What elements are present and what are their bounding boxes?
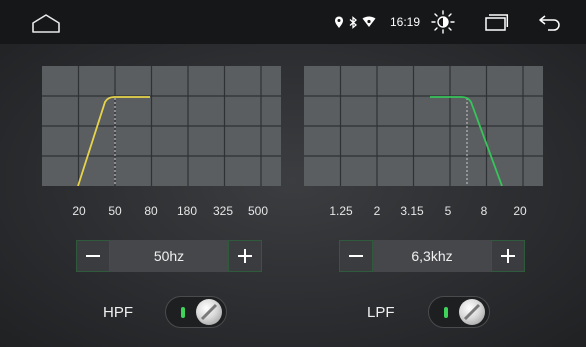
lpf-tick-label: 20: [513, 204, 527, 218]
hpf-graph: [42, 66, 281, 186]
hpf-increase-button[interactable]: [228, 240, 262, 272]
lpf-graph: [304, 66, 543, 186]
crossover-panel: 20 50 80 180 325 500 1.25 2 3.15 5 8 20 …: [0, 44, 586, 347]
lpf-graph-svg: [304, 66, 543, 186]
lpf-tick-label: 8: [480, 204, 488, 218]
hpf-grid: [42, 66, 281, 186]
hpf-curve: [77, 96, 150, 186]
hpf-tick-label: 500: [247, 204, 269, 218]
hpf-decrease-button[interactable]: [76, 240, 110, 272]
lpf-curve: [430, 96, 503, 186]
minus-icon: [349, 255, 363, 257]
plus-icon: [238, 249, 252, 263]
clock: 16:19: [388, 0, 422, 44]
lpf-label: LPF: [367, 304, 395, 321]
location-icon: [334, 0, 344, 44]
lpf-tick-label: 1.25: [329, 204, 353, 218]
back-icon[interactable]: [537, 0, 563, 44]
lpf-frequency-labels: 1.25 2 3.15 5 8 20: [304, 204, 564, 220]
clock-text: 16:19: [389, 15, 421, 29]
bluetooth-icon: [348, 0, 358, 44]
lpf-increase-button[interactable]: [491, 240, 525, 272]
hpf-tick-label: 20: [72, 204, 86, 218]
lpf-toggle[interactable]: [428, 296, 490, 328]
plus-icon: [501, 249, 515, 263]
lpf-tick-label: 5: [444, 204, 452, 218]
hpf-frequency-labels: 20 50 80 180 325 500: [42, 204, 302, 220]
lpf-frequency-stepper: 6,3khz: [339, 240, 525, 272]
hpf-frequency-value: 50hz: [153, 248, 185, 264]
toggle-on-indicator: [444, 307, 448, 318]
recent-apps-icon[interactable]: [483, 0, 509, 44]
home-icon[interactable]: [30, 12, 62, 34]
lpf-tick-label: 2: [373, 204, 381, 218]
minus-icon: [86, 255, 100, 257]
hpf-label: HPF: [103, 304, 133, 321]
hpf-tick-label: 180: [176, 204, 198, 218]
status-bar: 16:19: [0, 0, 586, 44]
hpf-frequency-stepper: 50hz: [76, 240, 262, 272]
hpf-tick-label: 80: [144, 204, 158, 218]
toggle-knob: [196, 299, 222, 325]
wifi-icon: [362, 0, 376, 44]
toggle-on-indicator: [181, 307, 185, 318]
brightness-icon[interactable]: [430, 0, 456, 44]
lpf-decrease-button[interactable]: [339, 240, 373, 272]
hpf-toggle[interactable]: [165, 296, 227, 328]
hpf-graph-svg: [42, 66, 281, 186]
lpf-frequency-value: 6,3khz: [411, 248, 453, 264]
lpf-tick-label: 3.15: [400, 204, 424, 218]
hpf-tick-label: 325: [212, 204, 234, 218]
toggle-knob: [459, 299, 485, 325]
lpf-grid: [304, 66, 543, 186]
hpf-tick-label: 50: [108, 204, 122, 218]
